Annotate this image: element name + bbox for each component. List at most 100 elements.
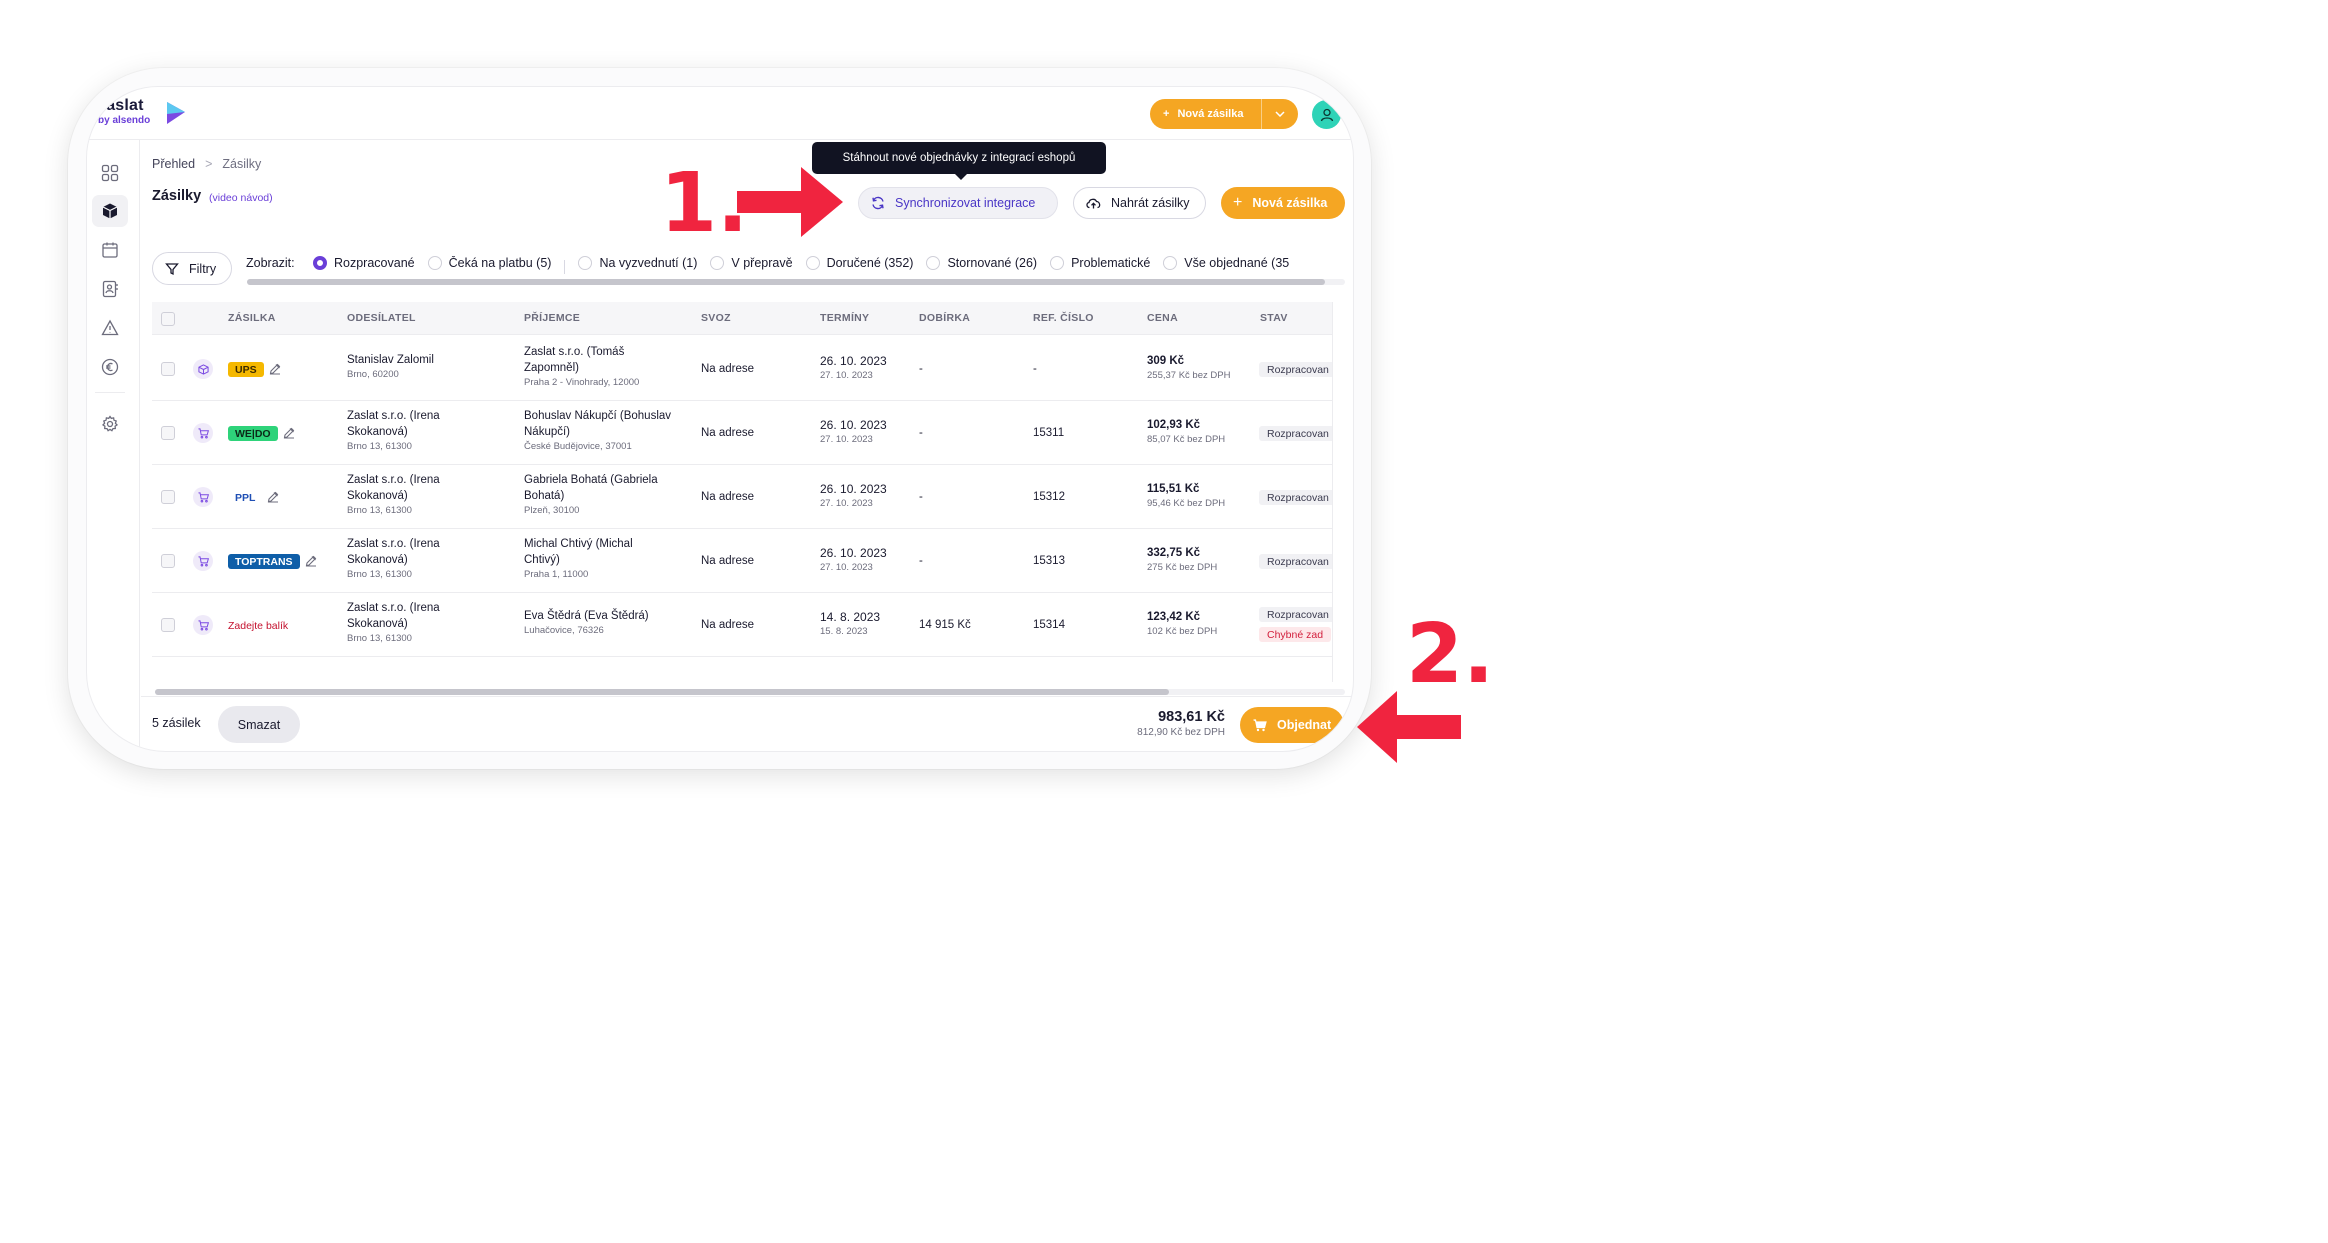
filter-radio-1[interactable]: Čeká na platbu (5): [427, 256, 551, 270]
col-header-recipient[interactable]: PŘÍJEMCE: [524, 312, 580, 324]
sidebar-item-payments[interactable]: [92, 351, 128, 383]
radio-dot[interactable]: [805, 256, 820, 270]
delete-button[interactable]: Smazat: [218, 706, 300, 743]
plus-icon: +: [1163, 108, 1170, 120]
sidebar-item-dashboard[interactable]: [92, 157, 128, 189]
col-header-cod[interactable]: DOBÍRKA: [919, 312, 970, 324]
radio-dot[interactable]: [710, 256, 725, 270]
error-badge: Chybné zad: [1259, 627, 1332, 642]
ref-cell: -: [1033, 363, 1037, 375]
col-header-pickup[interactable]: SVOZ: [701, 312, 731, 324]
sidebar-item-problems[interactable]: [92, 312, 128, 344]
price-cell: 332,75 Kč 275 Kč bez DPH: [1147, 545, 1217, 574]
select-all-checkbox[interactable]: [161, 312, 175, 326]
recipient-name-cont: Zapomněl): [524, 362, 579, 374]
table-row[interactable]: Zadejte balík Zaslat s.r.o. (Irena Skokano…: [152, 593, 1332, 657]
sender-cell: Zaslat s.r.o. (Irena Skokanová) Brno 13, 6…: [347, 408, 440, 453]
annotation-arrow-right: [737, 167, 843, 237]
dates-cell: 26. 10. 2023 27. 10. 2023: [820, 353, 887, 382]
price-cell: 115,51 Kč 95,46 Kč bez DPH: [1147, 481, 1225, 510]
recipient-address: Praha 2 - Vinohrady, 12000: [524, 377, 640, 388]
breadcrumb-current: Zásilky: [222, 157, 262, 171]
status-badge: Rozpracovan: [1259, 607, 1332, 622]
col-header-shipment[interactable]: ZÁSILKA: [228, 312, 276, 324]
col-header-ref[interactable]: REF. ČÍSLO: [1033, 312, 1094, 324]
row-checkbox[interactable]: [161, 426, 175, 440]
table-row[interactable]: WE|DO Zaslat s.r.o. (Irena Skokanová) Brno …: [152, 401, 1332, 465]
filter-scrollbar-thumb[interactable]: [247, 279, 1325, 285]
price-net: 85,07 Kč bez DPH: [1147, 434, 1226, 445]
edit-icon[interactable]: [283, 426, 295, 444]
chevron-down-icon[interactable]: [1262, 111, 1298, 117]
sender-name: Stanislav Zalomil: [347, 354, 434, 366]
sidebar-item-shipments[interactable]: [92, 195, 128, 227]
row-checkbox[interactable]: [161, 362, 175, 376]
radio-dot[interactable]: [313, 256, 327, 270]
col-header-status[interactable]: STAV: [1260, 312, 1288, 324]
annotation-step-2: 2.: [1406, 607, 1495, 702]
filter-radio-7[interactable]: Vše objednané (35: [1163, 256, 1289, 270]
radio-dot[interactable]: [427, 256, 442, 270]
sender-name: Zaslat s.r.o. (Irena: [347, 474, 440, 486]
table-row[interactable]: UPS Stanislav Zalomil Brno, 60200 Zaslat s.…: [152, 337, 1332, 401]
sidebar-item-contacts[interactable]: [92, 273, 128, 305]
filter-radio-label: Stornované (26): [947, 256, 1038, 270]
filter-radio-0[interactable]: Rozpracované: [313, 256, 415, 270]
video-tutorial-link[interactable]: (video návod): [209, 192, 273, 204]
sender-name-cont: Skokanová): [347, 554, 408, 566]
top-new-shipment-main[interactable]: + Nová zásilka: [1150, 99, 1262, 129]
row-checkbox[interactable]: [161, 490, 175, 504]
logo[interactable]: zaslat by alsendo: [98, 98, 185, 127]
edit-icon[interactable]: [305, 554, 317, 572]
filter-radio-2[interactable]: Na vyzvednutí (1): [578, 256, 697, 270]
col-header-sender[interactable]: ODESÍLATEL: [347, 312, 416, 324]
pickup-date: 26. 10. 2023: [820, 546, 887, 560]
filter-radio-5[interactable]: Stornované (26): [926, 256, 1037, 270]
new-shipment-button[interactable]: + Nová zásilka: [1221, 187, 1345, 219]
table-scrollbar-thumb[interactable]: [155, 689, 1169, 695]
recipient-cell: Michal Chtivý (Michal Chtivý) Praha 1, 110…: [524, 536, 633, 581]
filter-radio-6[interactable]: Problematické: [1050, 256, 1150, 270]
radio-dot[interactable]: [578, 256, 593, 270]
order-total: 983,61 Kč 812,90 Kč bez DPH: [1129, 709, 1225, 738]
radio-dot[interactable]: [926, 256, 941, 270]
row-checkbox[interactable]: [161, 554, 175, 568]
sender-name: Zaslat s.r.o. (Irena: [347, 602, 440, 614]
filters-button[interactable]: Filtry: [152, 252, 232, 285]
sync-integrations-button[interactable]: Synchronizovat integrace: [858, 187, 1058, 219]
radio-dot[interactable]: [1163, 256, 1178, 270]
carrier-badge[interactable]: Zadejte balík: [228, 618, 288, 633]
col-header-price[interactable]: CENA: [1147, 312, 1178, 324]
footer-bar: 5 zásilek Smazat 983,61 Kč 812,90 Kč bez…: [141, 696, 1353, 751]
dates-cell: 26. 10. 2023 27. 10. 2023: [820, 545, 887, 574]
table-scrollbar[interactable]: [155, 689, 1345, 695]
recipient-cell: Eva Štědrá (Eva Štědrá) Luhačovice, 76326: [524, 608, 649, 637]
sidebar-item-calendar[interactable]: [92, 234, 128, 266]
euro-icon: [101, 358, 119, 376]
filter-radio-4[interactable]: Doručené (352): [805, 256, 913, 270]
sidebar-item-settings[interactable]: [92, 408, 128, 440]
edit-icon[interactable]: [267, 490, 279, 508]
row-checkbox[interactable]: [161, 618, 175, 632]
breadcrumb-home[interactable]: Přehled: [152, 157, 195, 171]
status-badge: Rozpracovan: [1259, 362, 1332, 377]
dates-cell: 14. 8. 2023 15. 8. 2023: [820, 609, 880, 638]
price-value: 309 Kč: [1147, 355, 1185, 367]
address-book-icon: [102, 280, 118, 298]
order-button[interactable]: Objednat: [1240, 707, 1344, 743]
calendar-icon: [102, 242, 118, 258]
top-new-shipment-label: Nová zásilka: [1177, 108, 1244, 120]
table-row[interactable]: TOPTRANS Zaslat s.r.o. (Irena Skokanová) Br…: [152, 529, 1332, 593]
top-new-shipment-button[interactable]: + Nová zásilka: [1150, 99, 1298, 129]
upload-shipments-button[interactable]: Nahrát zásilky: [1073, 187, 1206, 219]
filter-radio-3[interactable]: V přepravě: [710, 256, 793, 270]
table-row[interactable]: PPL Zaslat s.r.o. (Irena Skokanová) Brno 13…: [152, 465, 1332, 529]
price-cell: 123,42 Kč 102 Kč bez DPH: [1147, 609, 1217, 638]
top-bar: zaslat by alsendo + Nová zásilka: [87, 87, 1353, 140]
col-header-dates[interactable]: TERMÍNY: [820, 312, 869, 324]
filter-scrollbar[interactable]: [247, 279, 1345, 285]
edit-icon[interactable]: [269, 362, 281, 380]
radio-dot[interactable]: [1050, 256, 1065, 270]
sender-cell: Stanislav Zalomil Brno, 60200: [347, 352, 434, 381]
user-avatar[interactable]: [1312, 100, 1341, 129]
